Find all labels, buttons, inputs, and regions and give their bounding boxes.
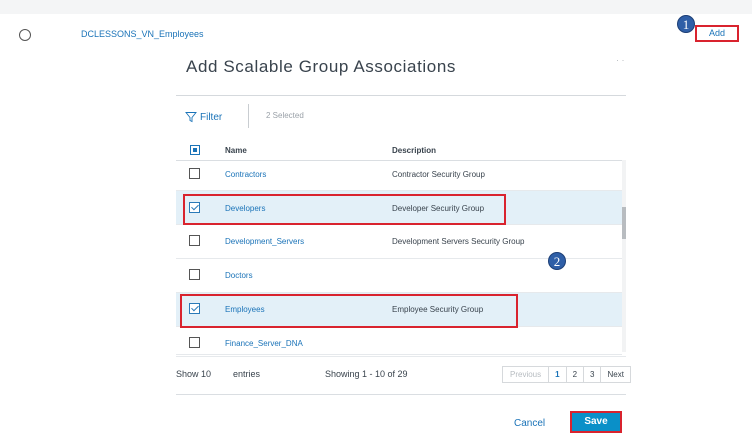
group-description: Contractor Security Group — [392, 170, 485, 179]
select-all-checkbox[interactable] — [190, 145, 200, 155]
screen: DCLESSONS_VN_Employees 1 Add Add Scalabl… — [0, 0, 752, 448]
highlight-box-developers — [183, 194, 506, 225]
modal-footer-divider — [176, 394, 626, 395]
column-header-description[interactable]: Description — [392, 146, 436, 155]
table-row[interactable]: Finance_Server_DNA — [176, 327, 622, 355]
vn-radio-button[interactable] — [19, 29, 31, 41]
pagination-page-2[interactable]: 2 — [565, 367, 583, 382]
row-checkbox[interactable] — [189, 337, 200, 348]
pagination-page-3[interactable]: 3 — [583, 367, 600, 382]
filter-button[interactable]: Filter — [185, 111, 222, 123]
group-name-link[interactable]: Finance_Server_DNA — [225, 339, 303, 348]
pagination-next[interactable]: Next — [600, 367, 629, 382]
highlight-box-employees — [180, 294, 518, 328]
group-description: Development Servers Security Group — [392, 237, 525, 246]
modal-title: Add Scalable Group Associations — [186, 57, 456, 76]
modal-close-icon[interactable]: · · — [616, 55, 625, 65]
title-divider — [176, 95, 626, 96]
table-row[interactable]: Contractors Contractor Security Group — [176, 161, 622, 191]
save-button[interactable]: Save — [570, 411, 622, 433]
selected-count: 2 Selected — [266, 111, 304, 120]
row-checkbox[interactable] — [189, 168, 200, 179]
column-header-name[interactable]: Name — [225, 146, 247, 155]
group-name-link[interactable]: Development_Servers — [225, 237, 304, 246]
pagination-page-1[interactable]: 1 — [548, 367, 565, 382]
filter-label: Filter — [200, 111, 223, 123]
pagination: Previous 1 2 3 Next — [502, 366, 631, 383]
step-badge-2: 2 — [548, 252, 566, 270]
group-name-link[interactable]: Contractors — [225, 170, 266, 179]
step-badge-1: 1 — [677, 15, 695, 33]
row-checkbox[interactable] — [189, 269, 200, 280]
funnel-icon — [185, 112, 197, 123]
row-checkbox[interactable] — [189, 235, 200, 246]
add-link[interactable]: Add — [695, 25, 739, 42]
pagination-previous[interactable]: Previous — [503, 367, 548, 382]
filter-divider — [248, 104, 249, 128]
footer-divider — [176, 356, 626, 357]
cancel-button[interactable]: Cancel — [514, 418, 545, 429]
table-scrollbar-track[interactable] — [622, 160, 626, 352]
entries-label: entries — [233, 369, 261, 379]
top-strip — [0, 0, 752, 14]
pagination-summary: Showing 1 - 10 of 29 — [325, 369, 408, 379]
table-scrollbar-thumb[interactable] — [622, 207, 626, 239]
group-name-link[interactable]: Doctors — [225, 271, 253, 280]
page-size-select[interactable]: Show 10 — [176, 369, 211, 379]
virtual-network-name[interactable]: DCLESSONS_VN_Employees — [81, 29, 204, 39]
